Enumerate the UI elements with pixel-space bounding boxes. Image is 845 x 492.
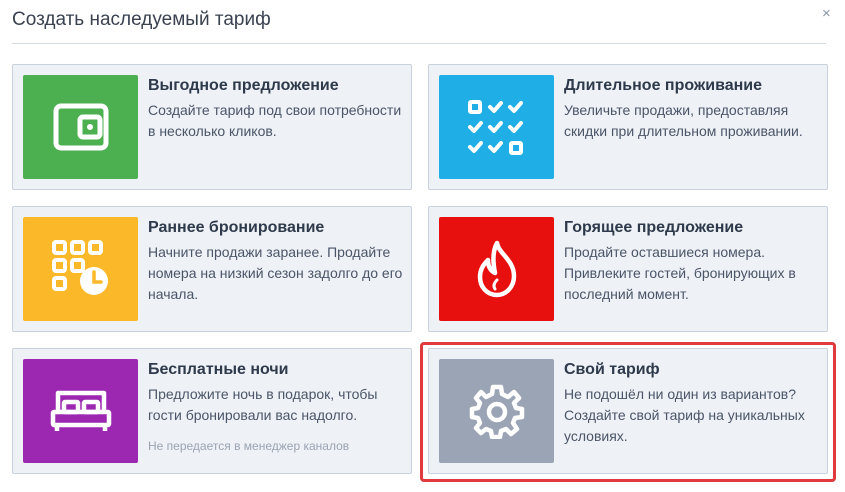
card-title: Бесплатные ночи bbox=[148, 361, 289, 378]
bed-icon bbox=[50, 390, 111, 431]
checklist-icon bbox=[467, 100, 523, 155]
tariff-card-early-booking[interactable]: Раннее бронирование Начните продажи зара… bbox=[12, 206, 412, 332]
tariff-card-best-offer[interactable]: Выгодное предложение Создайте тариф под … bbox=[12, 64, 412, 190]
card-description: Не подошёл ни один из вариантов? Создайт… bbox=[564, 386, 805, 444]
card-title: Длительное проживание bbox=[564, 77, 763, 94]
card-title: Выгодное предложение bbox=[148, 77, 339, 94]
tile-calendar bbox=[23, 217, 138, 321]
tariff-card-custom[interactable]: Свой тариф Не подошёл ни один из вариант… bbox=[428, 348, 828, 474]
card-title: Горящее предложение bbox=[564, 219, 744, 236]
close-icon[interactable]: × bbox=[822, 6, 831, 22]
card-note: Не передается в менеджер каналов bbox=[148, 439, 350, 453]
tile-flame bbox=[439, 217, 554, 321]
tariff-card-long-stay[interactable]: Длительное проживание Увеличьте продажи,… bbox=[428, 64, 828, 190]
tile-checklist bbox=[439, 75, 554, 179]
card-description: Начните продажи заранее. Продайте номера… bbox=[148, 244, 403, 302]
card-description: Создайте тариф под свои потребности в не… bbox=[148, 102, 402, 139]
tile-bed bbox=[23, 359, 138, 463]
tariff-card-last-minute[interactable]: Горящее предложение Продайте оставшиеся … bbox=[428, 206, 828, 332]
tariff-card-free-nights[interactable]: Бесплатные ночи Предложите ночь в подаро… bbox=[12, 348, 412, 474]
tile-wallet bbox=[23, 75, 138, 179]
calendar-clock-icon bbox=[51, 240, 108, 295]
divider bbox=[12, 43, 826, 44]
flame-icon bbox=[477, 240, 516, 298]
card-description: Увеличьте продажи, предоставляя скидки п… bbox=[564, 102, 803, 139]
wallet-icon bbox=[53, 103, 108, 151]
card-title: Раннее бронирование bbox=[148, 219, 325, 236]
dialog-title: Создать наследуемый тариф bbox=[12, 9, 271, 30]
card-title: Свой тариф bbox=[564, 361, 660, 378]
card-description: Продайте оставшиеся номера. Привлеките г… bbox=[564, 244, 796, 302]
tile-gear bbox=[439, 359, 554, 463]
card-description: Предложите ночь в подарок, чтобы гости б… bbox=[148, 386, 378, 423]
gear-icon bbox=[469, 384, 524, 439]
